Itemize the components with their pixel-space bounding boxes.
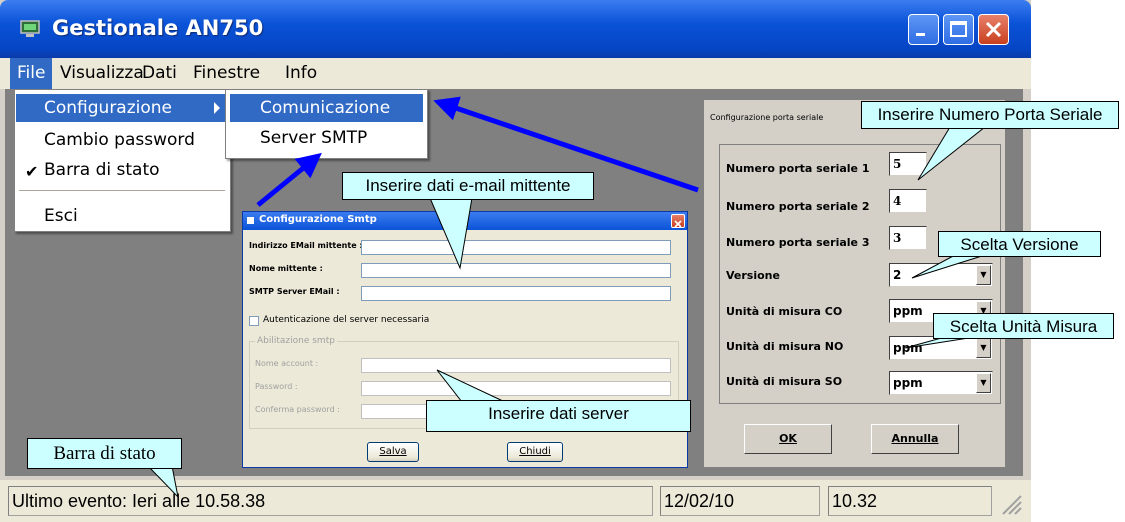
serial-port-3-input[interactable]: 3 [889,226,927,250]
password-label: Password : [255,382,298,391]
unit-so-select[interactable]: ppm ▼ [889,371,993,395]
sender-name-input[interactable] [361,263,671,278]
sender-name-label: Nome mittente : [249,264,323,273]
menu-bar: File Visualizza Dati Finestre Info [0,58,1031,89]
smtp-dialog-icon [247,217,254,224]
smtp-server-input[interactable] [361,286,671,301]
status-event: Ultimo evento: Ieri alle 10.58.38 [8,486,653,516]
close-dialog-button[interactable]: Chiudi [507,442,563,462]
serial-config-dialog: Configurazione porta seriale Numero port… [703,99,1006,468]
close-icon [674,220,682,228]
window-title: Gestionale AN750 [52,16,264,40]
smtp-close-button[interactable] [671,214,685,228]
menu-item-comunicazione[interactable]: Comunicazione [230,94,423,122]
chevron-down-icon[interactable]: ▼ [976,373,991,393]
menu-dati[interactable]: Dati [135,58,184,89]
callout-server-data: Inserire dati server [426,400,691,432]
app-icon [20,20,40,37]
unit-no-label: Unità di misura NO [726,340,844,353]
serial-dialog-title: Configurazione porta seriale [710,113,824,122]
unit-so-select-value: ppm [893,376,923,390]
account-name-label: Nome account : [255,359,319,368]
password-input[interactable] [361,381,671,396]
menu-file[interactable]: File [10,58,53,89]
version-select[interactable]: 2 ▼ [889,263,993,287]
menu-item-barra-di-stato[interactable]: Barra di stato [16,156,229,184]
menu-info[interactable]: Info [278,58,324,89]
cancel-button[interactable]: Annulla [871,424,959,454]
title-bar[interactable]: Gestionale AN750 [0,0,1031,58]
callout-status-bar: Barra di stato [27,438,182,469]
serial-port-3-label: Numero porta seriale 3 [726,236,870,249]
maximize-icon [950,21,967,37]
callout-email-sender: Inserire dati e-mail mittente [342,172,594,200]
callout-version: Scelta Versione [938,231,1101,257]
menu-item-server-smtp[interactable]: Server SMTP [230,124,423,152]
menu-separator [19,190,225,191]
serial-port-1-input[interactable]: 5 [889,152,927,176]
smtp-auth-group-label: Abilitazione smtp [255,336,337,346]
auth-checkbox[interactable] [249,316,259,326]
menu-item-cambio-password[interactable]: Cambio password [16,126,229,154]
unit-so-label: Unità di misura SO [726,375,843,388]
close-icon [985,21,1002,38]
close-button[interactable] [978,14,1009,45]
minimize-icon [916,33,925,36]
version-label: Versione [726,269,780,282]
smtp-dialog-titlebar[interactable]: Configurazione Smtp [243,212,687,230]
ok-button[interactable]: OK [744,424,832,454]
menu-item-configurazione[interactable]: Configurazione [16,94,229,122]
save-button[interactable]: Salva [367,442,419,462]
smtp-server-label: SMTP Server EMail : [249,287,340,296]
chevron-down-icon[interactable]: ▼ [976,265,991,285]
configurazione-submenu: Comunicazione Server SMTP [225,89,428,159]
maximize-button[interactable] [943,14,974,45]
serial-port-1-label: Numero porta seriale 1 [726,162,870,175]
serial-port-2-label: Numero porta seriale 2 [726,200,870,213]
callout-serial-port: Inserire Numero Porta Seriale [861,101,1119,129]
unit-co-label: Unità di misura CO [726,305,843,318]
minimize-button[interactable] [908,14,939,45]
version-select-value: 2 [893,268,902,282]
account-name-input[interactable] [361,358,671,373]
auth-checkbox-label: Autenticazione del server necessaria [263,315,430,325]
unit-no-select-value: ppm [893,341,923,355]
file-dropdown-menu: Configurazione Cambio password ✔ Barra d… [14,89,231,232]
sender-email-label: Indirizzo EMail mittente : [249,241,363,250]
submenu-arrow-icon [214,102,220,114]
menu-finestre[interactable]: Finestre [186,58,267,89]
chevron-down-icon[interactable]: ▼ [976,338,991,358]
menu-item-esci[interactable]: Esci [16,202,229,230]
sender-email-input[interactable] [361,240,671,255]
smtp-dialog-title: Configurazione Smtp [259,214,377,225]
resize-grip-icon[interactable] [995,490,1023,516]
serial-port-2-input[interactable]: 4 [889,189,927,213]
callout-unit: Scelta Unità Misura [933,313,1114,339]
status-date: 12/02/10 [660,486,820,516]
confirm-password-label: Conferma password : [255,405,340,414]
status-time: 10.32 [828,486,992,516]
unit-co-select-value: ppm [893,304,923,318]
